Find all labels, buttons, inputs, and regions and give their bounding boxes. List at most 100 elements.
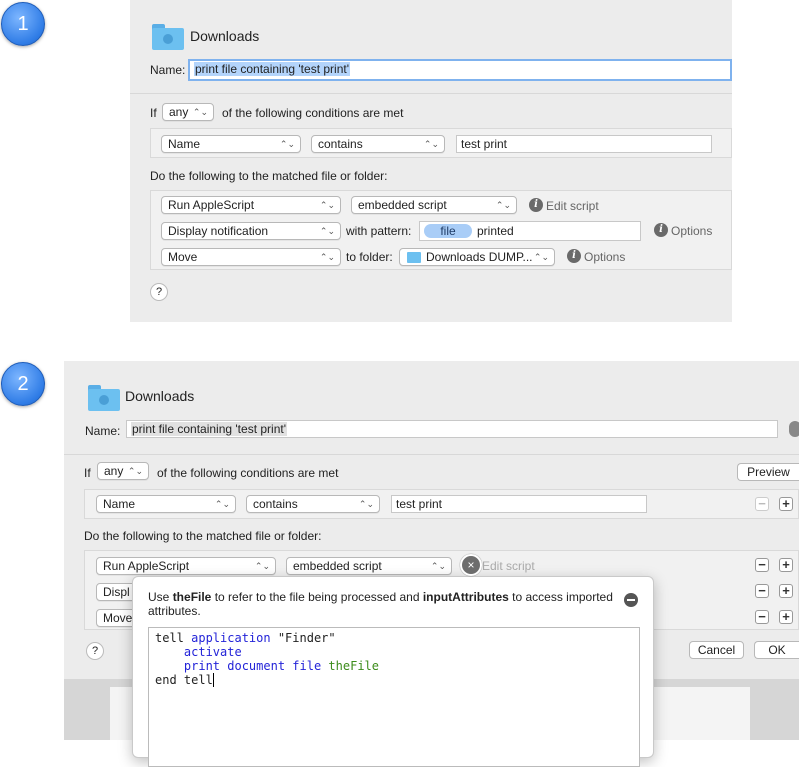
action-popup-move[interactable]: Move ⌃⌄ — [161, 248, 341, 266]
match-mode-popup[interactable]: any ⌃⌄ — [97, 462, 149, 480]
add-action-button[interactable]: + — [779, 558, 793, 572]
pattern-text: printed — [477, 224, 514, 238]
remove-action-button[interactable]: − — [755, 610, 769, 624]
script-source-value: embedded script — [293, 559, 382, 573]
code-token: activate — [183, 645, 242, 659]
script-source-value: embedded script — [358, 198, 447, 212]
add-action-button[interactable]: + — [779, 584, 793, 598]
match-mode-value: any — [104, 464, 124, 478]
code-token: "Finder" — [270, 631, 336, 645]
action-value: Move — [168, 250, 198, 264]
preview-button[interactable]: Preview — [737, 463, 799, 481]
condition-row: Name ⌃⌄ contains ⌃⌄ test print — [150, 128, 732, 158]
operator-value: contains — [253, 497, 298, 511]
rule-name-field[interactable]: print file containing 'test print' — [126, 420, 778, 438]
action-popup-display-notification[interactable]: Display notification ⌃⌄ — [161, 222, 341, 240]
code-token: application — [191, 631, 271, 645]
conditions-text: of the following conditions are met — [222, 106, 404, 120]
chevron-updown-icon: ⌃⌄ — [214, 499, 230, 509]
chevron-updown-icon: ⌃⌄ — [192, 107, 208, 117]
downloads-folder-icon — [88, 385, 120, 411]
script-help-text: Use theFile to refer to the file being p… — [148, 590, 618, 618]
help-var-thefile: theFile — [172, 590, 212, 604]
actions-heading: Do the following to the matched file or … — [150, 169, 388, 183]
help-button[interactable]: ? — [150, 283, 168, 301]
chevron-updown-icon: ⌃⌄ — [319, 252, 335, 262]
text-cursor: ​ — [212, 673, 214, 687]
help-text-part: to refer to the file being processed and — [211, 590, 423, 604]
script-source-popup[interactable]: embedded script ⌃⌄ — [351, 196, 517, 214]
info-icon[interactable]: i — [567, 249, 581, 263]
chevron-updown-icon: ⌃⌄ — [254, 561, 270, 571]
folder-title: Downloads — [190, 28, 260, 44]
attribute-popup[interactable]: Name ⌃⌄ — [96, 495, 236, 513]
script-code-editor[interactable]: tell application "Finder" activate print… — [148, 627, 640, 767]
chevron-updown-icon: ⌃⌄ — [423, 139, 439, 149]
chevron-updown-icon: ⌃⌄ — [279, 139, 295, 149]
action-popup-run-applescript[interactable]: Run AppleScript ⌃⌄ — [96, 557, 276, 575]
operator-value: contains — [318, 137, 363, 151]
step-1-badge: 1 — [1, 2, 45, 46]
help-button[interactable]: ? — [86, 642, 104, 660]
attribute-value: Name — [103, 497, 136, 511]
condition-value-field[interactable]: test print — [456, 135, 712, 153]
attribute-value: Name — [168, 137, 201, 151]
if-label: If — [84, 466, 91, 480]
code-token: theFile — [328, 659, 379, 673]
help-var-inputattributes: inputAttributes — [422, 590, 509, 604]
info-icon[interactable]: i — [529, 198, 543, 212]
action-popup-move[interactable]: Move — [96, 609, 136, 627]
action-popup-display-notification[interactable]: Displ — [96, 583, 136, 601]
chevron-updown-icon: ⌃⌄ — [358, 499, 374, 509]
script-source-popup[interactable]: embedded script ⌃⌄ — [286, 557, 452, 575]
if-label: If — [150, 106, 157, 120]
remove-action-button[interactable]: − — [755, 584, 769, 598]
folder-title: Downloads — [125, 388, 195, 404]
rule-editor-panel-1: Downloads Name: print file containing 't… — [130, 0, 732, 322]
remove-action-button[interactable]: − — [755, 558, 769, 572]
add-condition-button[interactable]: + — [779, 497, 793, 511]
info-icon[interactable]: i — [654, 223, 668, 237]
file-token[interactable]: file — [424, 224, 472, 238]
ok-button[interactable]: OK — [754, 641, 799, 659]
edit-script-link[interactable]: Edit script — [482, 559, 535, 573]
operator-popup[interactable]: contains ⌃⌄ — [246, 495, 380, 513]
rule-name-value: print file containing 'test print' — [194, 62, 350, 76]
close-icon[interactable]: × — [460, 554, 482, 576]
actions-box: Run AppleScript ⌃⌄ embedded script ⌃⌄ i Ed… — [150, 190, 732, 270]
notification-pattern-field[interactable]: file printed — [419, 221, 641, 241]
condition-value-field[interactable]: test print — [391, 495, 647, 513]
options-link[interactable]: Options — [584, 250, 625, 264]
script-editor-popover: Use theFile to refer to the file being p… — [132, 576, 654, 767]
action-value: Run AppleScript — [168, 198, 255, 212]
add-action-button[interactable]: + — [779, 610, 793, 624]
chevron-updown-icon: ⌃⌄ — [319, 200, 335, 210]
code-token: tell — [155, 631, 192, 645]
options-link[interactable]: Options — [671, 224, 712, 238]
destination-folder-popup[interactable]: Downloads DUMP... ⌃⌄ — [399, 248, 555, 266]
chevron-updown-icon: ⌃⌄ — [127, 466, 143, 476]
operator-popup[interactable]: contains ⌃⌄ — [311, 135, 445, 153]
actions-heading: Do the following to the matched file or … — [84, 529, 322, 543]
match-mode-popup[interactable]: any ⌃⌄ — [162, 103, 214, 121]
attribute-popup[interactable]: Name ⌃⌄ — [161, 135, 301, 153]
chevron-updown-icon: ⌃⌄ — [319, 226, 335, 236]
divider — [64, 454, 799, 455]
folder-icon — [407, 252, 421, 263]
remove-condition-button[interactable]: − — [755, 497, 769, 511]
downloads-folder-icon — [152, 24, 184, 50]
rule-name-field[interactable]: print file containing 'test print' — [188, 59, 732, 81]
condition-row: Name ⌃⌄ contains ⌃⌄ test print − + — [84, 489, 799, 519]
rule-settings-icon[interactable] — [789, 421, 799, 437]
step-2-badge: 2 — [1, 362, 45, 406]
name-label: Name: — [150, 63, 186, 77]
conditions-text: of the following conditions are met — [157, 466, 339, 480]
collapse-icon[interactable] — [624, 593, 638, 607]
name-label: Name: — [85, 424, 121, 438]
action-popup-run-applescript[interactable]: Run AppleScript ⌃⌄ — [161, 196, 341, 214]
help-text-part: Use — [148, 590, 173, 604]
cancel-button[interactable]: Cancel — [689, 641, 744, 659]
action-value: Displ — [103, 585, 130, 599]
edit-script-link[interactable]: Edit script — [546, 199, 599, 213]
match-mode-value: any — [169, 105, 189, 119]
